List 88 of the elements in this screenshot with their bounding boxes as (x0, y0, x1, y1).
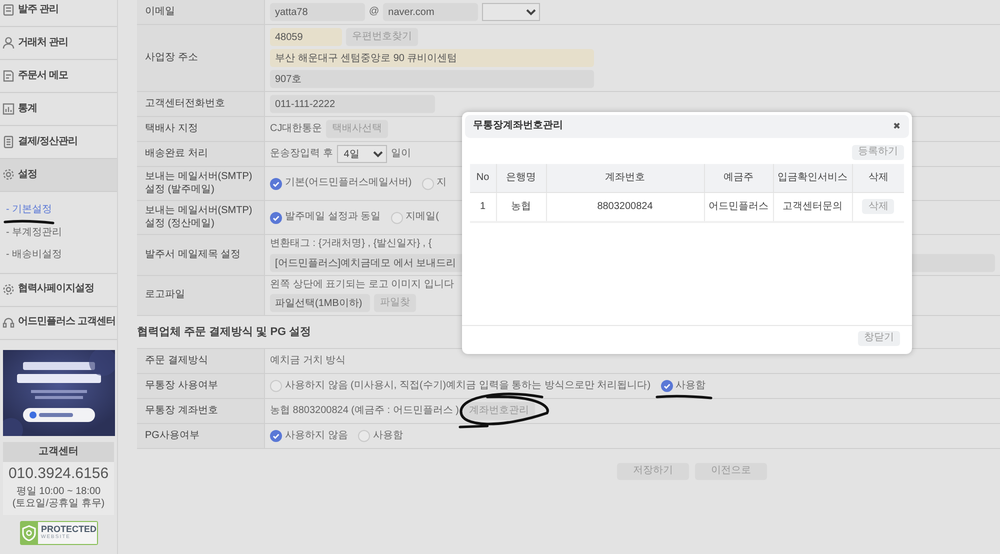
input-field[interactable]: naver.com (383, 3, 478, 21)
radio-label: 발주메일 설정과 동일 (285, 211, 381, 224)
support-phone: 010.3924.6156 (7, 464, 110, 484)
column-header: 은행명 (496, 164, 546, 192)
radio-label: 기본(어드민플러스메일서버) (285, 177, 412, 190)
table-cell: 1 (470, 192, 496, 222)
field-text: 변환태그 : {거래처명} , {발신일자} , { (270, 238, 432, 250)
radio-button[interactable] (422, 178, 434, 190)
row-label: 택배사 지정 (137, 117, 265, 141)
input-field[interactable]: 파일선택(1MB이하) (270, 294, 370, 312)
shield-icon (22, 524, 36, 541)
sidebar-menu-item[interactable]: 주문서 메모 (0, 60, 117, 93)
gear-icon (2, 168, 15, 182)
table-cell: 농협 (496, 192, 546, 222)
sidebar-menu-item[interactable]: 협력사페이지설정 (0, 274, 117, 306)
row-label: 고객센터전화번호 (137, 92, 265, 116)
clipboard-icon (2, 3, 15, 17)
gear-icon (2, 282, 15, 296)
radio-label: 지 (436, 177, 447, 190)
row-label: 로고파일 (137, 276, 265, 315)
sidebar-menu-item[interactable]: 설정 (0, 159, 117, 192)
check-icon (272, 180, 280, 188)
field-text: 왼쪽 상단에 표기되는 로고 이미지 입니다 (270, 278, 454, 291)
card-icon (2, 135, 15, 149)
input-field[interactable]: 907호 (270, 70, 594, 88)
submenu-item[interactable]: - 배송비설정 (0, 244, 68, 266)
sidebar-menu-item[interactable]: 발주 관리 (0, 0, 117, 27)
memo-icon (2, 69, 15, 83)
row-label: 발주서 메일제목 설정 (137, 235, 265, 274)
headset-icon (2, 316, 15, 330)
sidebar-menu-item[interactable]: 통계 (0, 93, 117, 126)
chart-icon (2, 102, 15, 116)
radio-label: 사용함 (676, 380, 706, 392)
support-title: 고객센터 (3, 442, 114, 462)
row-label: 보내는 메일서버(SMTP) 설정 (발주메일) (137, 167, 265, 200)
table-cell: 고객센터문의 (773, 192, 852, 222)
check-icon (272, 432, 280, 440)
row-label: 무통장 계좌번호 (137, 398, 265, 423)
column-header: 예금주 (704, 164, 773, 192)
select-field[interactable]: 4일 (336, 145, 387, 163)
modal-title: 무통장계좌번호관리 (473, 120, 563, 132)
radio-label: 지메일( (406, 211, 439, 224)
field-text: @ (369, 6, 380, 18)
input-field[interactable]: 011-111-2222 (270, 95, 435, 113)
radio-label: 사용하지 않음 (미사용시, 직접(수기)예치금 입력을 통하는 방식으로만 처리됩니다) (285, 380, 651, 392)
submenu-item[interactable]: - 기본설정 (0, 199, 58, 222)
radio-label: 사용하지 않음 (285, 430, 348, 442)
person-icon (2, 36, 15, 50)
table-cell: 어드민플러스 (704, 192, 773, 222)
radio-button[interactable] (270, 380, 282, 392)
radio-label: 사용함 (372, 430, 403, 442)
sidebar-menu-item[interactable]: 거래처 관리 (0, 27, 117, 60)
column-header: 계좌번호 (546, 164, 704, 192)
field-text: 일이 (390, 148, 411, 160)
column-header: No (470, 164, 496, 192)
column-header: 입금확인서비스 (773, 164, 852, 192)
check-icon (662, 382, 671, 390)
field-text: 운송장입력 후 (270, 148, 333, 160)
radio-button[interactable] (390, 212, 403, 224)
row-label: PG사용여부 (137, 424, 265, 448)
field-text: 예치금 거치 방식 (270, 354, 346, 367)
field-text: CJ대한통운 (270, 122, 322, 136)
row-label: 보내는 메일서버(SMTP) 설정 (정산메일) (137, 201, 265, 234)
radio-button[interactable] (270, 430, 282, 442)
radio-button[interactable] (270, 178, 282, 190)
badge-title: PROTECTED (40, 525, 96, 534)
radio-button[interactable] (358, 430, 370, 442)
input-field[interactable]: yatta78 (270, 3, 365, 21)
field-text: 농협 8803200824 (예금주 : 어드민플러스 ) (270, 404, 459, 417)
select-field[interactable] (482, 3, 540, 21)
table-cell: 8803200824 (546, 192, 704, 222)
submenu-item[interactable]: - 부계정관리 (0, 222, 68, 244)
row-label: 사업장 주소 (137, 25, 265, 91)
check-icon (272, 214, 280, 222)
input-field[interactable]: 48059 (270, 28, 342, 46)
input-field[interactable]: 부산 해운대구 센텀중앙로 90 큐비이센텀 (270, 49, 594, 67)
row-label: 주문 결제방식 (137, 348, 265, 373)
support-note: (토요일/공휴일 휴무) (11, 498, 106, 511)
sidebar-menu-item[interactable]: 어드민플러스 고객센터 (0, 306, 117, 340)
row-label: 배송완료 처리 (137, 142, 265, 166)
radio-button[interactable] (660, 380, 673, 392)
row-label: 이메일 (137, 0, 265, 24)
section-title: 협력업체 주문 결제방식 및 PG 설정 (137, 326, 312, 340)
support-hours: 평일 10:00 ~ 18:00 (15, 486, 102, 498)
row-label: 무통장 사용여부 (137, 374, 265, 398)
column-header: 삭제 (852, 164, 904, 192)
radio-button[interactable] (270, 212, 282, 224)
close-button[interactable]: ✖ (893, 120, 901, 132)
